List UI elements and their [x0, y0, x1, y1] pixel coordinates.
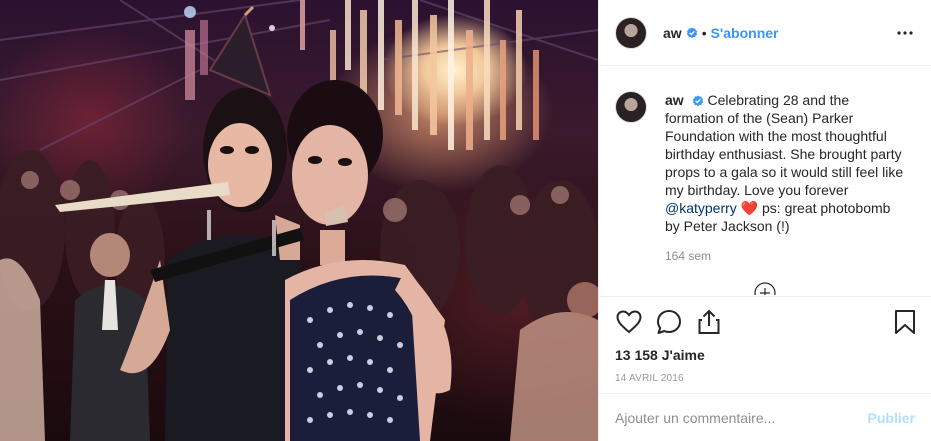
mention-link[interactable]: @katyperry — [665, 200, 737, 216]
comment-icon[interactable] — [653, 306, 685, 338]
caption-body: Celebrating 28 and the formation of the … — [665, 92, 904, 198]
heart-icon[interactable] — [613, 306, 645, 338]
caption-verified-badge-icon — [692, 95, 704, 107]
load-more-comments-icon[interactable] — [754, 282, 776, 295]
post-date[interactable]: 14 AVRIL 2016 — [615, 373, 915, 384]
comment-input[interactable] — [615, 409, 868, 426]
caption-area: aw Celebrating 28 and the formation of t… — [599, 67, 931, 295]
caption-time-ago[interactable]: 164 sem — [665, 249, 915, 263]
post-header: aw • S'abonner — [599, 0, 931, 66]
caption-avatar[interactable] — [615, 91, 647, 123]
verified-badge-icon — [686, 27, 698, 39]
post-photo[interactable] — [0, 0, 598, 441]
publish-button[interactable]: Publier — [868, 410, 915, 426]
separator-dot: • — [701, 24, 707, 41]
caption-text: aw Celebrating 28 and the formation of t… — [665, 91, 905, 235]
instagram-post: aw • S'abonner aw Celebrating 28 and the… — [0, 0, 931, 441]
caption: aw Celebrating 28 and the formation of t… — [615, 91, 915, 235]
comment-form: Publier — [599, 393, 931, 441]
post-actions: 13 158 J'aime 14 AVRIL 2016 — [599, 296, 931, 384]
avatar[interactable] — [615, 16, 647, 49]
share-icon[interactable] — [693, 306, 725, 338]
caption-username[interactable]: aw — [665, 92, 684, 108]
post-side-panel: aw • S'abonner aw Celebrating 28 and the… — [598, 0, 931, 441]
likes-count[interactable]: 13 158 J'aime — [615, 347, 915, 363]
follow-button[interactable]: S'abonner — [711, 25, 779, 41]
heart-emoji: ❤️ — [740, 200, 759, 216]
action-bar — [613, 297, 915, 347]
bookmark-icon[interactable] — [889, 306, 921, 338]
more-options-icon[interactable] — [893, 21, 917, 45]
photo-illustration — [0, 0, 598, 441]
header-username[interactable]: aw — [663, 25, 682, 41]
